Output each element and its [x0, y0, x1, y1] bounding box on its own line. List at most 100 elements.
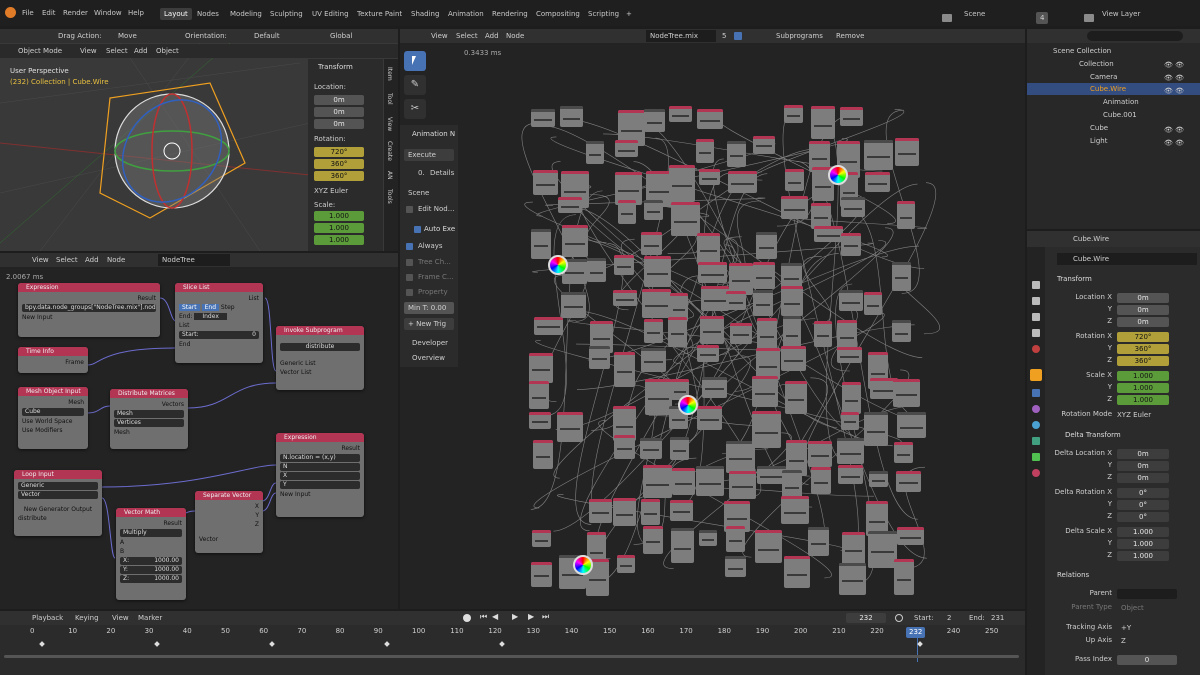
graph-node[interactable] — [808, 441, 833, 468]
graph-node[interactable] — [841, 382, 861, 415]
prop-scale-x[interactable]: 1.000 — [1117, 371, 1169, 381]
node-distribute-matrices[interactable]: Distribute Matrices Vectors Mesh Vertice… — [110, 389, 188, 449]
graph-node[interactable] — [613, 435, 635, 460]
use-modifiers[interactable]: Use Modifiers — [22, 426, 84, 435]
graph-node[interactable] — [813, 226, 843, 243]
graph-node[interactable] — [813, 321, 832, 348]
graph-node[interactable] — [868, 471, 888, 488]
node-slice-list[interactable]: Slice List List Start End Step End: Inde… — [175, 283, 263, 363]
workspace-tab-layout[interactable]: Layout — [160, 8, 192, 20]
graph-node[interactable] — [810, 202, 831, 229]
graph-node[interactable] — [808, 526, 830, 556]
use-world-space[interactable]: Use World Space — [22, 417, 84, 426]
graph-node[interactable] — [529, 352, 554, 383]
delta-transform-section[interactable]: Delta Transform — [1065, 429, 1121, 441]
graph-node[interactable] — [643, 256, 671, 288]
object-mode-dropdown-2[interactable]: Object Mode — [18, 45, 62, 57]
timeline-ruler[interactable]: 0 10 20 30 40 50 60 70 80 90 100 110 120 130 140 150 160… — [0, 627, 1025, 639]
view-layer-tab-icon[interactable] — [1032, 313, 1040, 321]
graph-node[interactable] — [895, 470, 921, 492]
graph-node[interactable] — [893, 442, 913, 464]
node-invoke-subprogram[interactable]: Invoke Subprogram distribute Generic Lis… — [276, 326, 364, 390]
graph-node[interactable] — [589, 499, 613, 524]
scale-y-field[interactable]: 1.000 — [314, 223, 364, 233]
loop-vector-output[interactable]: Vector — [18, 491, 98, 499]
graph-node[interactable] — [784, 380, 807, 414]
viewport-3d[interactable]: Object Mode View Select Add Object Drag … — [0, 29, 398, 251]
object-menu-2[interactable]: Object — [156, 45, 179, 57]
loop-new-generator[interactable]: New Generator Output — [18, 505, 98, 514]
color-wheel-icon[interactable] — [548, 255, 568, 275]
vmath-b-x-field[interactable]: X: 1000.00 — [120, 557, 182, 565]
timeline-menu-view[interactable]: View — [112, 612, 129, 624]
graph-node[interactable] — [643, 465, 673, 499]
workspace-tab-texture-paint[interactable]: Texture Paint — [357, 8, 402, 24]
location-x-field[interactable]: 0m — [314, 95, 364, 105]
tab-item[interactable]: Item — [386, 67, 393, 81]
graph-node[interactable] — [670, 528, 694, 564]
graph-node[interactable] — [669, 165, 695, 203]
loop-generic-output[interactable]: Generic — [18, 482, 98, 490]
jump-start-icon[interactable]: ⏮ — [480, 612, 487, 622]
rotation-mode-select[interactable]: XYZ Euler — [1117, 409, 1151, 421]
transform-space-dropdown[interactable]: Global — [330, 30, 352, 42]
prop-delta-location-y[interactable]: 0m — [1117, 461, 1169, 471]
start-frame-value[interactable]: 2 — [947, 612, 951, 624]
graph-node[interactable] — [558, 196, 583, 213]
workspace-tab-compositing[interactable]: Compositing — [536, 8, 580, 24]
graph-node[interactable] — [726, 440, 756, 473]
graph-node[interactable] — [644, 108, 666, 132]
render-tab-icon[interactable] — [1032, 281, 1040, 289]
graph-node[interactable] — [725, 291, 746, 311]
color-wheel-icon[interactable] — [573, 555, 593, 575]
graph-node[interactable] — [780, 496, 809, 525]
node-editor-main[interactable]: View Select Add Node NodeTree.mix 5 Subp… — [400, 29, 1025, 609]
material-tab-icon[interactable] — [1032, 469, 1040, 477]
timeline-menu-keying[interactable]: Keying — [75, 612, 99, 624]
graph-node[interactable] — [529, 412, 552, 430]
graph-node[interactable] — [837, 438, 865, 465]
prop-delta-scale-y[interactable]: 1.000 — [1117, 539, 1169, 549]
slice-step-toggle[interactable]: Step — [221, 304, 235, 311]
graph-node[interactable] — [644, 319, 664, 344]
graph-node[interactable] — [752, 375, 779, 407]
vmath-b-y-field[interactable]: Y: 1000.00 — [120, 566, 182, 574]
graph-node[interactable] — [841, 232, 862, 256]
prop-rotation-x[interactable]: 720° — [1117, 332, 1169, 342]
graph-node[interactable] — [752, 411, 782, 449]
menu-edit[interactable]: Edit — [42, 5, 56, 21]
graph-node[interactable] — [729, 322, 752, 344]
current-frame-field[interactable]: 232 — [846, 613, 886, 623]
graph-node[interactable] — [668, 316, 688, 347]
tab-create[interactable]: Create — [386, 141, 393, 161]
menu-window[interactable]: Window — [94, 5, 122, 21]
slice-mode-buttons[interactable]: Start End Step — [179, 303, 259, 312]
outliner-item-animation[interactable]: Animation — [1103, 96, 1139, 108]
keyframe-diamond[interactable] — [499, 641, 505, 647]
graph-node[interactable] — [613, 255, 634, 276]
play-icon[interactable]: ▶ — [512, 612, 518, 621]
drag-action-dropdown[interactable]: Move — [118, 30, 137, 42]
constraints-tab-icon[interactable] — [1032, 437, 1040, 445]
graph-node[interactable] — [896, 527, 924, 546]
graph-node[interactable] — [672, 467, 696, 495]
properties-editor[interactable]: Cube.Wire Cube.Wire Transform Location X… — [1027, 231, 1200, 675]
graph-node[interactable] — [894, 559, 915, 596]
slice-end-mode[interactable]: End: Index — [179, 312, 259, 321]
rotation-mode-dropdown[interactable]: XYZ Euler — [314, 185, 348, 197]
color-wheel-icon[interactable] — [828, 165, 848, 185]
distribute-type-dropdown[interactable]: Vertices — [114, 419, 184, 427]
prop-delta-rotation-z[interactable]: 0° — [1117, 512, 1169, 522]
graph-node[interactable] — [617, 555, 636, 574]
orientation-dropdown[interactable]: Default — [254, 30, 280, 42]
scene-name[interactable]: Scene — [964, 8, 985, 24]
stopwatch-icon[interactable] — [895, 614, 903, 622]
graph-node[interactable] — [781, 286, 804, 317]
outliner[interactable]: Scene Collection Collection Camera Cube.… — [1027, 29, 1200, 229]
graph-node[interactable] — [781, 346, 806, 372]
node-loop-input[interactable]: Loop Input Generic Vector New Generator … — [14, 470, 102, 536]
outliner-item-cube-wire[interactable]: Cube.Wire — [1090, 83, 1126, 95]
scale-z-field[interactable]: 1.000 — [314, 235, 364, 245]
graph-node[interactable] — [864, 139, 894, 170]
distribute-mode-dropdown[interactable]: Mesh — [114, 410, 184, 418]
